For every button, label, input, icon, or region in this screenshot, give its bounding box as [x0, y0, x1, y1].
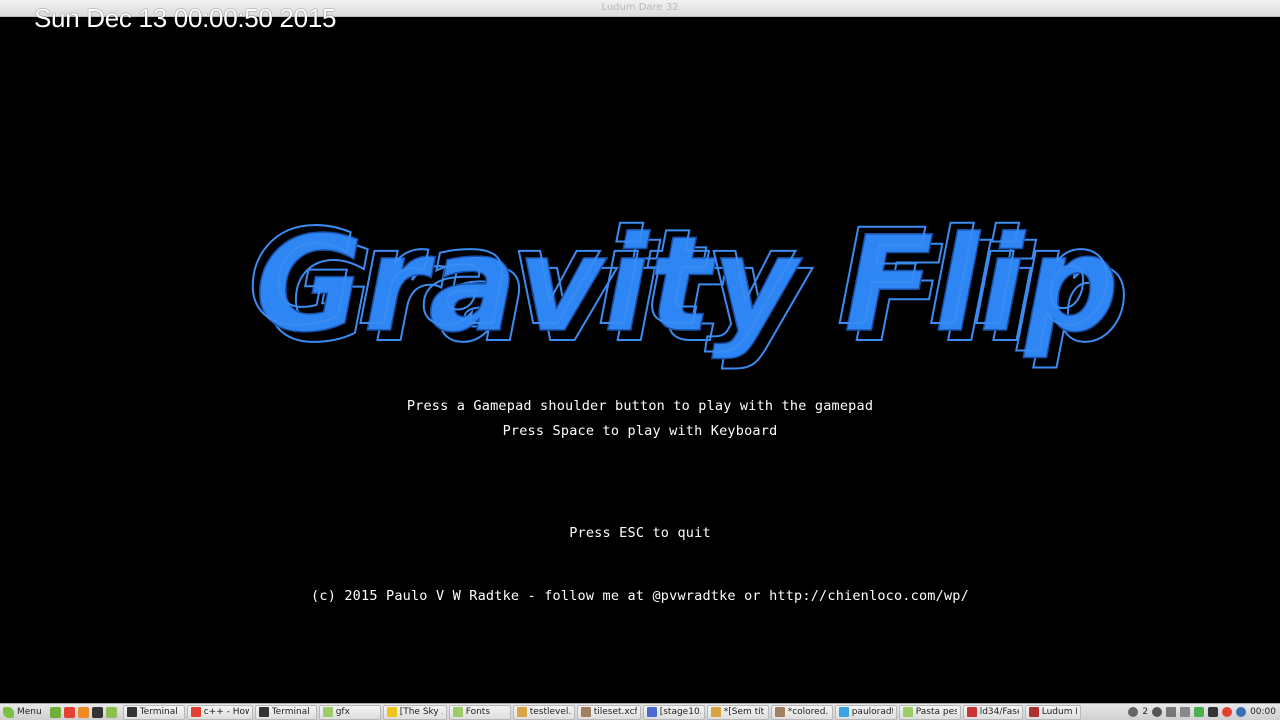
taskbar-item[interactable]: Ludum D... — [1024, 704, 1081, 720]
logo-outline-front: Gravity Flip — [248, 201, 1112, 355]
taskbar-item[interactable]: *colored... — [770, 704, 833, 720]
taskbar-item-label: tileset.xcf... — [593, 707, 637, 717]
quit-instruction: Press ESC to quit — [569, 525, 711, 541]
info-icon[interactable] — [1128, 707, 1139, 717]
terminal-icon — [126, 707, 137, 717]
taskbar-item-label: gfx — [335, 707, 350, 717]
menu-label: Menu — [17, 707, 42, 717]
gimp-icon — [580, 707, 591, 717]
shield-icon[interactable] — [1236, 707, 1247, 717]
screen: Ludum Dare 32 Sun Dec 13 00:00:50 2015 G… — [0, 0, 1280, 720]
taskbar-item-label: pauloradt... — [851, 707, 893, 717]
folder-icon — [902, 707, 913, 717]
clock-overlay: Sun Dec 13 00:00:50 2015 — [34, 3, 337, 33]
menu-button[interactable]: Menu — [0, 704, 46, 720]
game-window-icon — [1028, 707, 1039, 717]
taskbar-item[interactable]: ld34/Fase... — [962, 704, 1023, 720]
taskbar-item[interactable]: Terminal — [122, 704, 185, 720]
taskbar-item-label: Pasta pes... — [915, 707, 957, 717]
files-icon[interactable] — [105, 706, 117, 718]
credits-text: (c) 2015 Paulo V W Radtke - follow me at… — [311, 588, 969, 604]
taskbar-item-label: [The Sky ... — [399, 707, 443, 717]
notification-count: 2 — [1142, 707, 1149, 717]
taskbar-item-label: Terminal — [139, 707, 178, 717]
taskbar-item-label: Fonts — [465, 707, 491, 717]
game-canvas[interactable]: Gravity Flip Gravity Flip Gravity Flip P… — [1, 18, 1279, 703]
taskbar-item[interactable]: *[Sem tít... — [706, 704, 769, 720]
chrome-icon — [190, 707, 201, 717]
quick-launch — [49, 706, 117, 718]
text-file-icon — [516, 707, 527, 717]
taskbar-item-label: c++ - How... — [203, 707, 249, 717]
taskbar-item[interactable]: Terminal — [254, 704, 317, 720]
taskbar-item-label: Terminal — [271, 707, 310, 717]
update-icon[interactable] — [1194, 707, 1205, 717]
mint-logo-icon — [3, 706, 14, 718]
taskbar-item-label: Ludum D... — [1041, 707, 1077, 717]
game-logo: Gravity Flip Gravity Flip Gravity Flip — [247, 200, 1130, 376]
taskbar-item-label: *colored... — [787, 707, 829, 717]
editor-icon — [386, 707, 397, 717]
taskbar-item[interactable]: testlevel.... — [512, 704, 575, 720]
taskbar-item-label: *[Sem tít... — [723, 707, 765, 717]
chrome-tray-icon[interactable] — [1222, 707, 1233, 717]
firefox-icon[interactable] — [77, 706, 89, 718]
taskbar-item[interactable]: c++ - How... — [186, 704, 253, 720]
system-tray: 2 00:00 — [1128, 707, 1280, 717]
taskbar-item[interactable]: Pasta pes... — [898, 704, 961, 720]
logo-graphic: Gravity Flip Gravity Flip Gravity Flip — [247, 200, 1130, 373]
taskbar-item[interactable]: [stage10.... — [642, 704, 705, 720]
text-file-icon — [710, 707, 721, 717]
taskbar-item-label: testlevel.... — [529, 707, 571, 717]
gamepad-instruction: Press a Gamepad shoulder button to play … — [406, 398, 874, 414]
taskbar-item[interactable]: Fonts — [448, 704, 511, 720]
folder-icon — [452, 707, 463, 717]
taskbar-item[interactable]: [The Sky ... — [382, 704, 447, 720]
network-icon[interactable] — [1208, 707, 1219, 717]
keyboard-instruction: Press Space to play with Keyboard — [502, 423, 778, 439]
show-desktop-icon[interactable] — [49, 706, 61, 718]
app-icon — [966, 707, 977, 717]
folder-icon — [322, 707, 333, 717]
taskbar-item[interactable]: pauloradt... — [834, 704, 897, 720]
gimp-icon — [774, 707, 785, 717]
taskbar-item-label: [stage10.... — [659, 707, 701, 717]
pen-icon[interactable] — [1166, 707, 1177, 717]
terminal-icon — [258, 707, 269, 717]
user-icon[interactable] — [1152, 707, 1163, 717]
tray-clock[interactable]: 00:00 — [1250, 707, 1276, 717]
taskbar: Menu Terminal c++ - How... Terminal gfx [The… — [0, 703, 1280, 720]
twitter-icon — [838, 707, 849, 717]
tiled-icon — [646, 707, 657, 717]
music-icon[interactable] — [1180, 707, 1191, 717]
terminal-icon[interactable] — [91, 706, 103, 718]
taskbar-item[interactable]: gfx — [318, 704, 381, 720]
chrome-icon[interactable] — [63, 706, 75, 718]
taskbar-item[interactable]: tileset.xcf... — [576, 704, 641, 720]
taskbar-item-label: ld34/Fase... — [979, 707, 1019, 717]
task-list: Terminal c++ - How... Terminal gfx [The Sky … — [122, 704, 1083, 720]
